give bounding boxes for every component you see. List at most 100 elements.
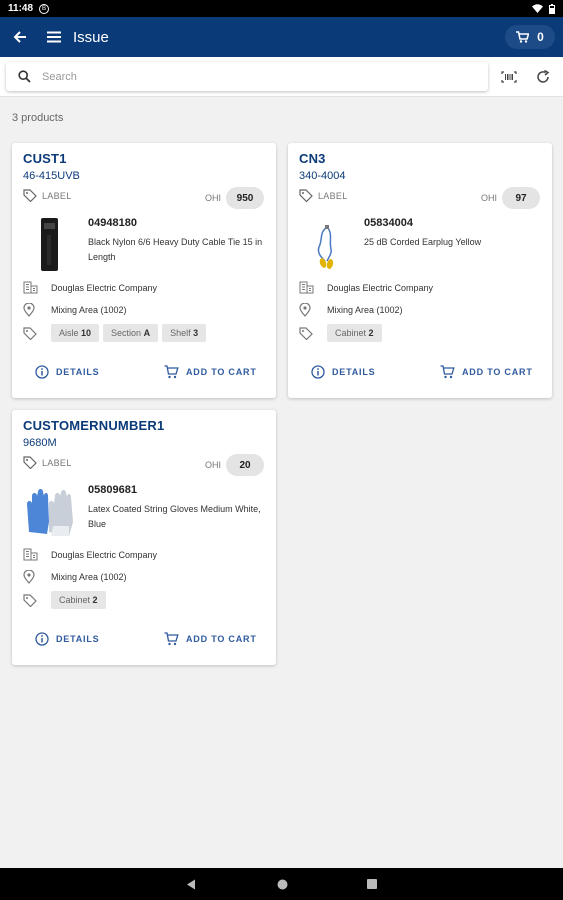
tag-icon [23,593,51,607]
add-cart-icon [164,632,179,646]
cart-icon [516,31,530,43]
tag-chip-cabinet: Cabinet 2 [51,591,106,609]
menu-button[interactable] [37,17,71,57]
card-actions: DETAILS ADD TO CART [12,365,276,387]
tag-chip-aisle: Aisle 10 [51,324,100,342]
add-to-cart-label: ADD TO CART [462,367,533,377]
product-number: 04948180 [88,217,137,229]
add-cart-icon [440,365,455,379]
tag-value: 2 [368,328,374,338]
product-card[interactable]: CN3 340-4004 LABEL OHI 97 05834004 25 dB… [288,143,552,398]
product-code: 46-415UVB [23,170,80,182]
nav-back-button[interactable] [176,868,206,900]
ohi-label: OHI [204,460,221,470]
product-name: CN3 [299,151,326,166]
label-button[interactable]: LABEL [23,456,72,469]
product-description: Latex Coated String Gloves Medium White,… [88,504,261,529]
product-card[interactable]: CUSTOMERNUMBER1 9680M LABEL OHI 20 05809… [12,410,276,665]
status-bar: 11:48 B [0,0,563,17]
add-to-cart-button[interactable]: ADD TO CART [440,365,533,379]
product-name: CUSTOMERNUMBER1 [23,418,165,433]
cart-button[interactable]: 0 [505,25,555,49]
add-to-cart-button[interactable]: ADD TO CART [164,365,257,379]
bin-tags: Aisle 10 Section A Shelf 3 [23,324,210,342]
tag-chip-shelf: Shelf 3 [162,324,207,342]
details-button[interactable]: DETAILS [311,365,375,379]
label-button[interactable]: LABEL [23,189,72,202]
location-name: Mixing Area (1002) [51,305,127,315]
ohi-label: OHI [480,193,497,203]
cart-count: 0 [537,30,544,44]
tag-key: Cabinet [335,328,367,338]
label-text: LABEL [42,457,72,468]
tag-key: Section [111,328,142,338]
search-box[interactable] [6,62,488,91]
tag-chip-section: Section A [103,324,159,342]
refresh-button[interactable] [531,65,555,89]
barcode-scan-button[interactable] [497,65,521,89]
tag-value: 10 [81,328,92,338]
product-description: 25 dB Corded Earplug Yellow [364,237,482,247]
location-pin-icon [299,303,327,317]
location-row: Mixing Area (1002) [23,570,127,584]
search-input[interactable] [42,70,462,83]
tag-value: A [143,328,151,338]
app-bar: Issue 0 [0,17,563,57]
back-button[interactable] [3,17,37,57]
tag-value: 2 [92,595,98,605]
nav-home-button[interactable] [267,868,297,900]
location-row: Mixing Area (1002) [23,303,127,317]
label-tag-icon [23,189,37,202]
nav-back-icon [187,879,195,889]
ohi-label: OHI [204,193,221,203]
label-tag-icon [23,456,37,469]
company-name: Douglas Electric Company [327,282,434,293]
menu-icon [47,31,61,43]
company-row: Douglas Electric Company [299,281,433,294]
on-hand-indicator: OHI 97 [481,187,540,209]
info-icon [35,365,49,379]
tag-key: Aisle [59,328,79,338]
add-cart-icon [164,365,179,379]
tag-icon [299,326,327,340]
nav-home-icon [277,879,287,889]
product-code: 9680M [23,437,57,449]
company-row: Douglas Electric Company [23,281,157,294]
label-text: LABEL [42,190,72,201]
ohi-badge: 20 [226,454,264,476]
system-nav-bar [0,868,563,900]
product-card[interactable]: CUST1 46-415UVB LABEL OHI 950 04948180 B… [12,143,276,398]
details-button[interactable]: DETAILS [35,365,99,379]
details-button[interactable]: DETAILS [35,632,99,646]
location-pin-icon [23,303,51,317]
refresh-icon [537,70,550,83]
tag-value: 3 [193,328,199,338]
nav-recents-button[interactable] [357,868,387,900]
details-label: DETAILS [332,367,376,377]
product-description: Black Nylon 6/6 Heavy Duty Cable Tie 15 … [88,237,263,262]
label-text: LABEL [318,190,348,201]
add-to-cart-button[interactable]: ADD TO CART [164,632,257,646]
cable-tie-image [23,215,77,275]
tag-chip-cabinet: Cabinet 2 [327,324,382,342]
product-name: CUST1 [23,151,67,166]
search-row [0,57,563,97]
building-icon [299,281,327,294]
page-title: Issue [73,28,109,46]
info-icon [311,365,325,379]
bin-tags: Cabinet 2 [299,324,386,342]
location-row: Mixing Area (1002) [299,303,403,317]
earplug-image [299,215,353,275]
label-button[interactable]: LABEL [299,189,348,202]
product-code: 340-4004 [299,170,346,182]
building-icon [23,548,51,561]
battery-icon [549,3,555,14]
search-icon [6,70,42,83]
details-label: DETAILS [56,634,100,644]
nav-recents-icon [367,879,377,889]
company-row: Douglas Electric Company [23,548,157,561]
wifi-icon [532,4,543,13]
company-name: Douglas Electric Company [51,549,158,560]
card-actions: DETAILS ADD TO CART [288,365,552,387]
company-name: Douglas Electric Company [51,282,158,293]
